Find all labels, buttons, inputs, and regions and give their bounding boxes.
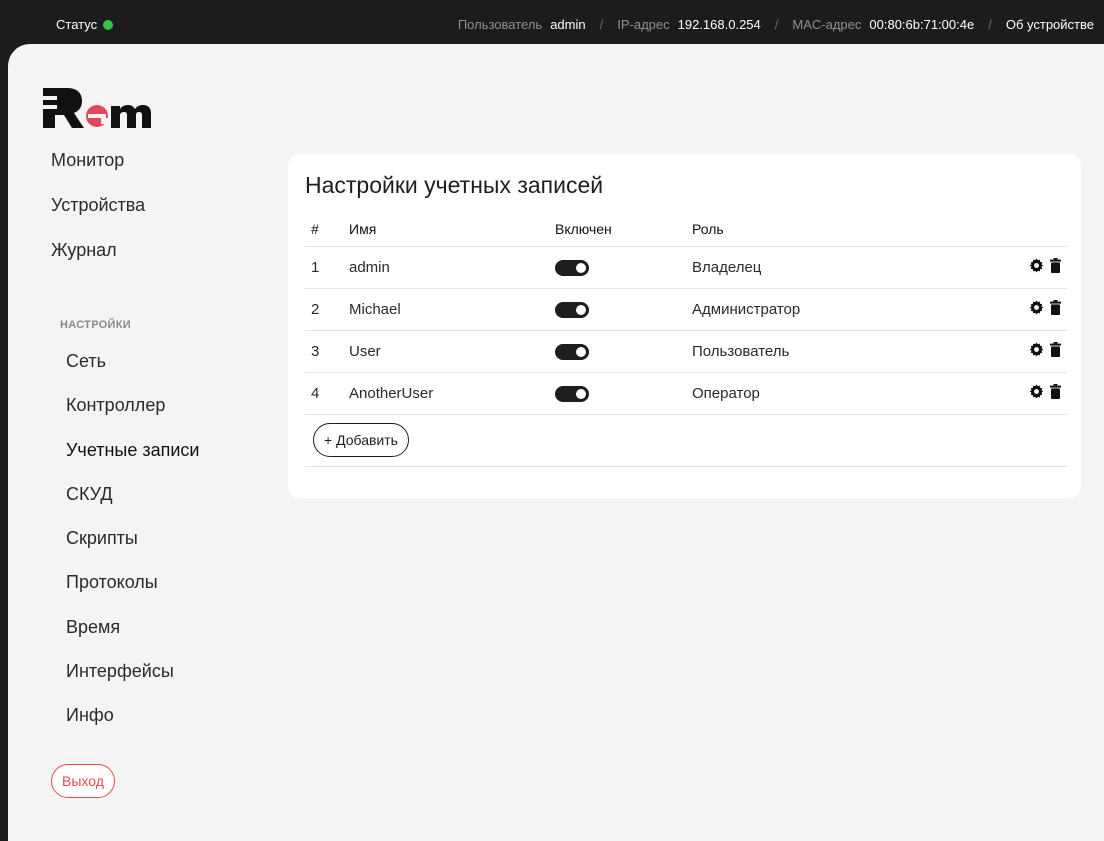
trash-icon[interactable] — [1050, 299, 1061, 315]
gear-icon[interactable] — [1029, 341, 1044, 357]
nav-item-network[interactable]: Сеть — [66, 349, 199, 393]
row-name: User — [349, 330, 555, 373]
gear-icon[interactable] — [1029, 257, 1044, 273]
trash-icon[interactable] — [1050, 341, 1061, 357]
user-label: Пользователь — [457, 17, 543, 32]
table-row: 2 Michael Администратор — [305, 288, 1067, 331]
table-row: 4 AnotherUser Оператор — [305, 372, 1067, 415]
ip-label: IP-адрес — [617, 17, 670, 32]
enabled-toggle[interactable] — [555, 343, 589, 360]
row-actions — [992, 372, 1067, 415]
logout-button[interactable]: Выход — [51, 764, 115, 798]
mac-label: MAC-адрес — [792, 17, 862, 32]
enabled-toggle[interactable] — [555, 259, 589, 276]
settings-section-title: НАСТРОЙКИ — [60, 319, 131, 331]
row-role: Администратор — [692, 288, 992, 331]
nav-item-controller[interactable]: Контроллер — [66, 393, 199, 437]
status-label: Статус — [56, 17, 98, 32]
trash-icon[interactable] — [1050, 257, 1061, 273]
trash-icon[interactable] — [1050, 383, 1061, 399]
gear-icon[interactable] — [1029, 383, 1044, 399]
row-actions — [992, 288, 1067, 331]
device-info: Пользователь admin / IP-адрес 192.168.0.… — [458, 17, 1094, 32]
row-enabled-cell — [555, 288, 692, 331]
row-actions — [992, 330, 1067, 373]
enabled-toggle[interactable] — [555, 301, 589, 318]
add-account-button[interactable]: + Добавить — [313, 423, 409, 457]
column-header-number: # — [305, 212, 349, 247]
nav-item-protocols[interactable]: Протоколы — [66, 570, 199, 614]
row-role: Пользователь — [692, 330, 992, 373]
nav-item-interfaces[interactable]: Интерфейсы — [66, 659, 199, 703]
column-header-enabled: Включен — [555, 212, 692, 247]
table-row: 1 admin Владелец — [305, 246, 1067, 289]
main-nav: Монитор Устройства Журнал — [51, 148, 145, 283]
column-header-actions — [992, 212, 1067, 247]
table-header-row: # Имя Включен Роль — [305, 212, 1067, 247]
row-number: 3 — [305, 330, 349, 373]
row-enabled-cell — [555, 246, 692, 289]
separator: / — [774, 17, 779, 32]
row-name: Michael — [349, 288, 555, 331]
row-enabled-cell — [555, 330, 692, 373]
row-role: Оператор — [692, 372, 992, 415]
row-number: 2 — [305, 288, 349, 331]
nav-item-journal[interactable]: Журнал — [51, 238, 145, 283]
about-device-link[interactable]: Об устройстве — [1006, 17, 1094, 32]
accounts-table: # Имя Включен Роль 1 admin Владелец 2 Mi… — [305, 212, 1067, 467]
settings-nav: Сеть Контроллер Учетные записи СКУД Скри… — [66, 349, 199, 748]
top-status-bar: Статус Пользователь admin / IP-адрес 192… — [0, 0, 1104, 48]
user-value: admin — [550, 17, 586, 32]
ip-value: 192.168.0.254 — [677, 17, 761, 32]
nav-item-info[interactable]: Инфо — [66, 703, 199, 747]
column-header-name: Имя — [349, 212, 555, 247]
status-indicator: Статус — [56, 17, 114, 32]
page-title: Настройки учетных записей — [305, 172, 604, 198]
nav-item-access-control[interactable]: СКУД — [66, 482, 199, 526]
separator: / — [599, 17, 604, 32]
column-header-role: Роль — [692, 212, 992, 247]
add-cell: + Добавить — [305, 414, 1067, 467]
row-name: admin — [349, 246, 555, 289]
rem-logo — [41, 88, 151, 128]
row-number: 1 — [305, 246, 349, 289]
separator: / — [988, 17, 992, 32]
row-actions — [992, 246, 1067, 289]
nav-item-time[interactable]: Время — [66, 615, 199, 659]
nav-item-accounts[interactable]: Учетные записи — [66, 438, 199, 482]
accounts-settings-card: Настройки учетных записей # Имя Включен … — [288, 154, 1081, 498]
nav-item-scripts[interactable]: Скрипты — [66, 526, 199, 570]
gear-icon[interactable] — [1029, 299, 1044, 315]
row-enabled-cell — [555, 372, 692, 415]
add-row: + Добавить — [305, 414, 1067, 467]
row-number: 4 — [305, 372, 349, 415]
table-row: 3 User Пользователь — [305, 330, 1067, 373]
row-role: Владелец — [692, 246, 992, 289]
status-dot-icon — [103, 19, 114, 30]
enabled-toggle[interactable] — [555, 385, 589, 402]
nav-item-devices[interactable]: Устройства — [51, 193, 145, 238]
mac-value: 00:80:6b:71:00:4e — [869, 17, 975, 32]
nav-item-monitor[interactable]: Монитор — [51, 148, 145, 193]
row-name: AnotherUser — [349, 372, 555, 415]
main-panel: Монитор Устройства Журнал НАСТРОЙКИ Сеть… — [8, 44, 1104, 841]
